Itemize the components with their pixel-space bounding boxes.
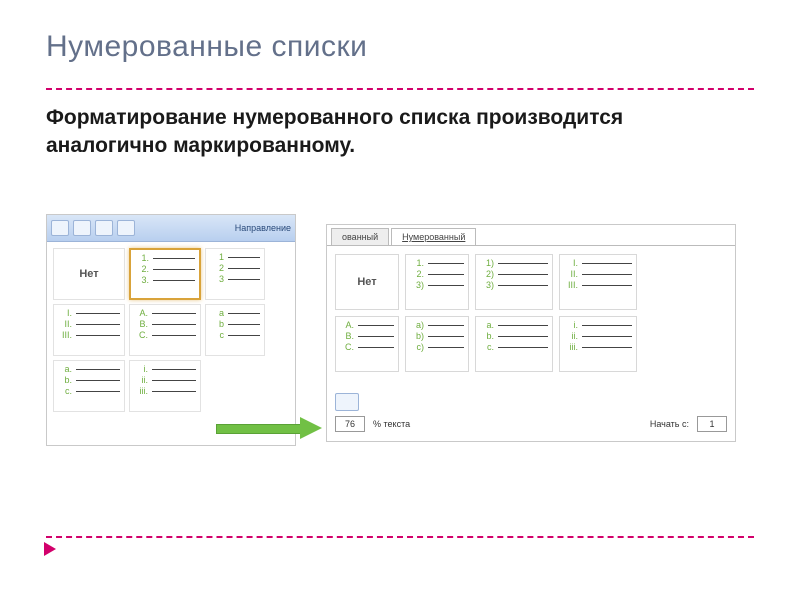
numbering-gallery-left: Нет 1. 2. 3. 1 2 3 I. II. III. A. [47, 242, 295, 412]
dialog-option-decimal-paren[interactable]: 1) 2) 3) [475, 254, 553, 310]
gallery-option-alpha-lower[interactable]: a b c [205, 304, 265, 356]
gallery-option-none[interactable]: Нет [53, 248, 125, 300]
numbering-icon[interactable] [73, 220, 91, 236]
corner-marker-icon [44, 542, 56, 556]
dialog-bottom-bar: 76 % текста Начать с: 1 [335, 413, 727, 435]
divider-bottom [46, 536, 754, 538]
multilevel-icon[interactable] [95, 220, 113, 236]
start-at-label: Начать с: [650, 419, 689, 429]
dialog-option-alpha-lower-paren[interactable]: a) b) c) [405, 316, 469, 372]
ribbon-bar: Направление [47, 215, 295, 242]
ribbon-group-label: Направление [235, 223, 291, 233]
dialog-option-none[interactable]: Нет [335, 254, 399, 310]
dialog-option-alpha-lower-dot[interactable]: a. b. c. [475, 316, 553, 372]
divider-top [46, 88, 754, 90]
gallery-option-alpha-lower-dot[interactable]: a. b. c. [53, 360, 125, 412]
screenshot-ribbon-gallery: Направление Нет 1. 2. 3. 1 2 3 I. II. II… [46, 214, 296, 446]
start-at-spinner[interactable]: 1 [697, 416, 727, 432]
gallery-option-alpha-upper[interactable]: A. B. C. [129, 304, 201, 356]
numbering-gallery-dialog: Нет 1. 2. 3) 1) 2) 3) I. II. III. A. [327, 246, 735, 372]
gallery-option-decimal[interactable]: 1 2 3 [205, 248, 265, 300]
color-picker-icon[interactable] [335, 393, 359, 411]
gallery-option-roman-lower[interactable]: i. ii. iii. [129, 360, 201, 412]
dialog-option-alpha-upper[interactable]: A. B. C. [335, 316, 399, 372]
body-paragraph: Форматирование нумерованного списка прои… [46, 104, 746, 161]
text-size-spinner[interactable]: 76 [335, 416, 365, 432]
dialog-option-decimal-dot[interactable]: 1. 2. 3) [405, 254, 469, 310]
bullets-icon[interactable] [51, 220, 69, 236]
arrow-right-icon [216, 417, 326, 439]
tab-numbered[interactable]: Нумерованный [391, 228, 476, 245]
slide: Нумерованные списки Форматирование нумер… [0, 0, 800, 600]
linespacing-icon[interactable] [117, 220, 135, 236]
tab-bulleted[interactable]: ованный [331, 228, 389, 245]
text-size-label: % текста [373, 419, 410, 429]
dialog-tab-bar: ованный Нумерованный [327, 225, 735, 246]
screenshot-numbering-dialog: ованный Нумерованный Нет 1. 2. 3) 1) 2) … [326, 224, 736, 442]
dialog-option-roman-upper[interactable]: I. II. III. [559, 254, 637, 310]
slide-title: Нумерованные списки [46, 30, 367, 64]
figures-container: Направление Нет 1. 2. 3. 1 2 3 I. II. II… [46, 214, 754, 464]
dialog-option-roman-lower[interactable]: i. ii. iii. [559, 316, 637, 372]
gallery-option-roman-upper[interactable]: I. II. III. [53, 304, 125, 356]
gallery-option-decimal-dot[interactable]: 1. 2. 3. [129, 248, 201, 300]
